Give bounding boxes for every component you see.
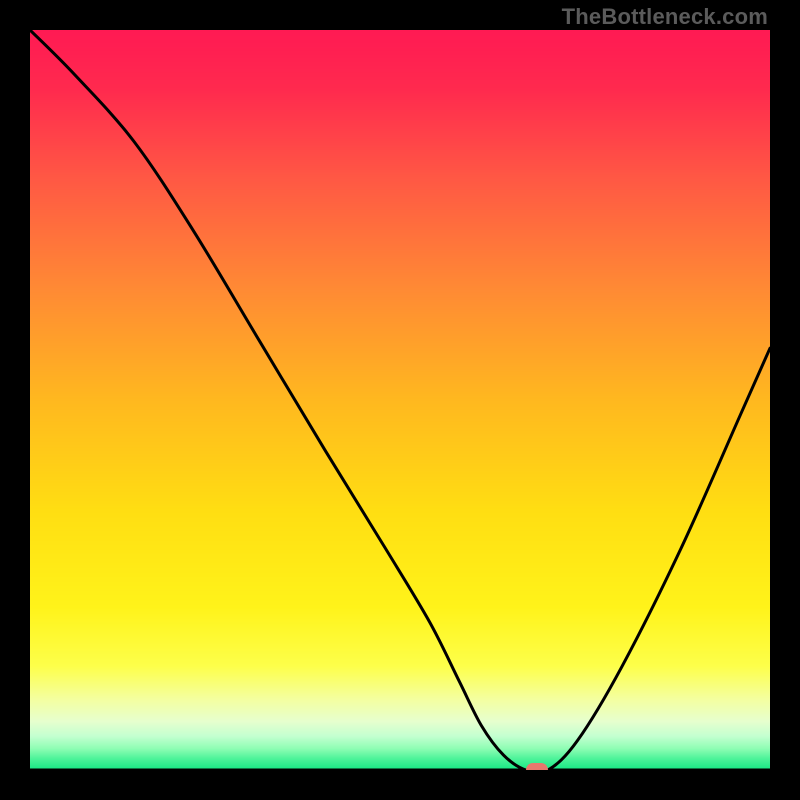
watermark-text: TheBottleneck.com [562,4,768,30]
plot-area [30,30,770,770]
bottleneck-curve [30,30,770,770]
chart-frame: TheBottleneck.com [0,0,800,800]
optimum-marker [526,763,548,770]
